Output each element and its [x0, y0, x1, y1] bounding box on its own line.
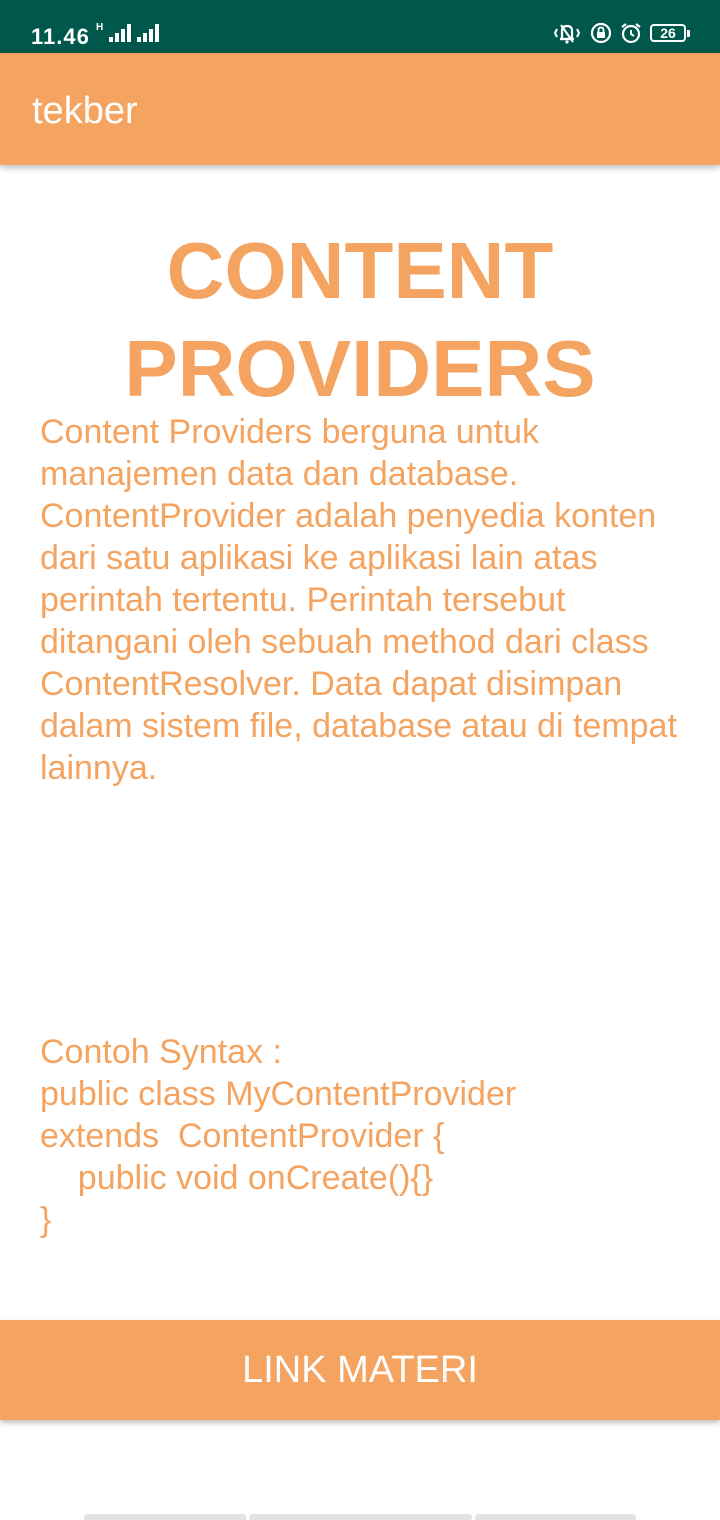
app-bar: tekber [0, 53, 720, 165]
status-bar: 11.46 H 26 [0, 0, 720, 53]
system-indicators: 26 [552, 22, 690, 44]
app-title: tekber [32, 90, 138, 132]
alarm-icon [621, 23, 641, 44]
battery-level: 26 [650, 24, 686, 42]
nav-back-button[interactable] [84, 1514, 246, 1520]
signal-icon [137, 24, 160, 42]
nav-home-button[interactable] [249, 1514, 472, 1520]
battery-icon: 26 [650, 24, 690, 42]
nav-recents-button[interactable] [475, 1514, 636, 1520]
network-type-label: H [96, 22, 104, 33]
code-example: Contoh Syntax : public class MyContentPr… [40, 1033, 517, 1239]
link-materi-button[interactable]: LINK MATERI [0, 1320, 720, 1420]
navigation-bar [84, 1514, 636, 1520]
network-indicators: H [96, 22, 160, 42]
signal-icon [109, 24, 132, 42]
vibrate-icon [553, 24, 581, 44]
lock-rotation-icon [590, 22, 612, 44]
description-text: Content Providers berguna untuk manajeme… [40, 413, 677, 787]
page-heading: CONTENT PROVIDERS [124, 226, 596, 413]
status-time: 11.46 [31, 24, 90, 49]
